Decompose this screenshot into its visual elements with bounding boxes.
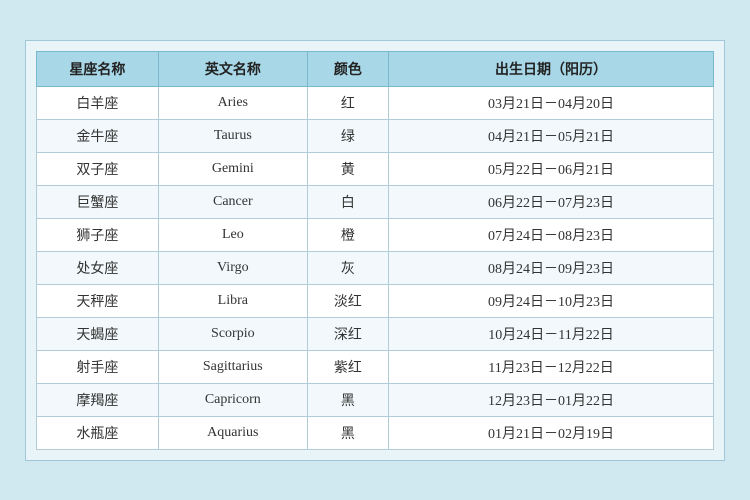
cell-color: 深红 (307, 317, 388, 350)
cell-chinese: 双子座 (37, 152, 159, 185)
cell-chinese: 摩羯座 (37, 383, 159, 416)
cell-english: Sagittarius (158, 350, 307, 383)
table-row: 摩羯座Capricorn黑12月23日－01月22日 (37, 383, 714, 416)
header-date: 出生日期（阳历） (389, 51, 714, 86)
cell-english: Virgo (158, 251, 307, 284)
header-color: 颜色 (307, 51, 388, 86)
cell-date: 09月24日－10月23日 (389, 284, 714, 317)
cell-date: 07月24日－08月23日 (389, 218, 714, 251)
header-english: 英文名称 (158, 51, 307, 86)
cell-date: 03月21日－04月20日 (389, 86, 714, 119)
cell-color: 淡红 (307, 284, 388, 317)
table-header-row: 星座名称 英文名称 颜色 出生日期（阳历） (37, 51, 714, 86)
cell-color: 红 (307, 86, 388, 119)
cell-color: 黑 (307, 383, 388, 416)
cell-date: 11月23日－12月22日 (389, 350, 714, 383)
table-row: 金牛座Taurus绿04月21日－05月21日 (37, 119, 714, 152)
cell-date: 04月21日－05月21日 (389, 119, 714, 152)
cell-english: Capricorn (158, 383, 307, 416)
table-row: 射手座Sagittarius紫红11月23日－12月22日 (37, 350, 714, 383)
cell-color: 黑 (307, 416, 388, 449)
cell-color: 灰 (307, 251, 388, 284)
cell-english: Cancer (158, 185, 307, 218)
cell-chinese: 白羊座 (37, 86, 159, 119)
cell-date: 06月22日－07月23日 (389, 185, 714, 218)
cell-chinese: 水瓶座 (37, 416, 159, 449)
cell-date: 01月21日－02月19日 (389, 416, 714, 449)
table-row: 天蝎座Scorpio深红10月24日－11月22日 (37, 317, 714, 350)
cell-chinese: 狮子座 (37, 218, 159, 251)
cell-date: 10月24日－11月22日 (389, 317, 714, 350)
cell-color: 紫红 (307, 350, 388, 383)
cell-english: Aquarius (158, 416, 307, 449)
table-row: 处女座Virgo灰08月24日－09月23日 (37, 251, 714, 284)
header-chinese: 星座名称 (37, 51, 159, 86)
cell-color: 黄 (307, 152, 388, 185)
cell-chinese: 射手座 (37, 350, 159, 383)
cell-color: 白 (307, 185, 388, 218)
cell-english: Aries (158, 86, 307, 119)
table-row: 天秤座Libra淡红09月24日－10月23日 (37, 284, 714, 317)
table-row: 双子座Gemini黄05月22日－06月21日 (37, 152, 714, 185)
cell-chinese: 处女座 (37, 251, 159, 284)
table-row: 白羊座Aries红03月21日－04月20日 (37, 86, 714, 119)
cell-english: Leo (158, 218, 307, 251)
table-row: 巨蟹座Cancer白06月22日－07月23日 (37, 185, 714, 218)
cell-english: Libra (158, 284, 307, 317)
table-row: 狮子座Leo橙07月24日－08月23日 (37, 218, 714, 251)
cell-chinese: 天蝎座 (37, 317, 159, 350)
zodiac-table: 星座名称 英文名称 颜色 出生日期（阳历） 白羊座Aries红03月21日－04… (36, 51, 714, 450)
cell-english: Taurus (158, 119, 307, 152)
cell-date: 05月22日－06月21日 (389, 152, 714, 185)
cell-english: Scorpio (158, 317, 307, 350)
cell-date: 08月24日－09月23日 (389, 251, 714, 284)
cell-date: 12月23日－01月22日 (389, 383, 714, 416)
cell-chinese: 巨蟹座 (37, 185, 159, 218)
main-container: 星座名称 英文名称 颜色 出生日期（阳历） 白羊座Aries红03月21日－04… (25, 40, 725, 461)
cell-color: 绿 (307, 119, 388, 152)
cell-english: Gemini (158, 152, 307, 185)
cell-color: 橙 (307, 218, 388, 251)
cell-chinese: 金牛座 (37, 119, 159, 152)
cell-chinese: 天秤座 (37, 284, 159, 317)
table-row: 水瓶座Aquarius黑01月21日－02月19日 (37, 416, 714, 449)
